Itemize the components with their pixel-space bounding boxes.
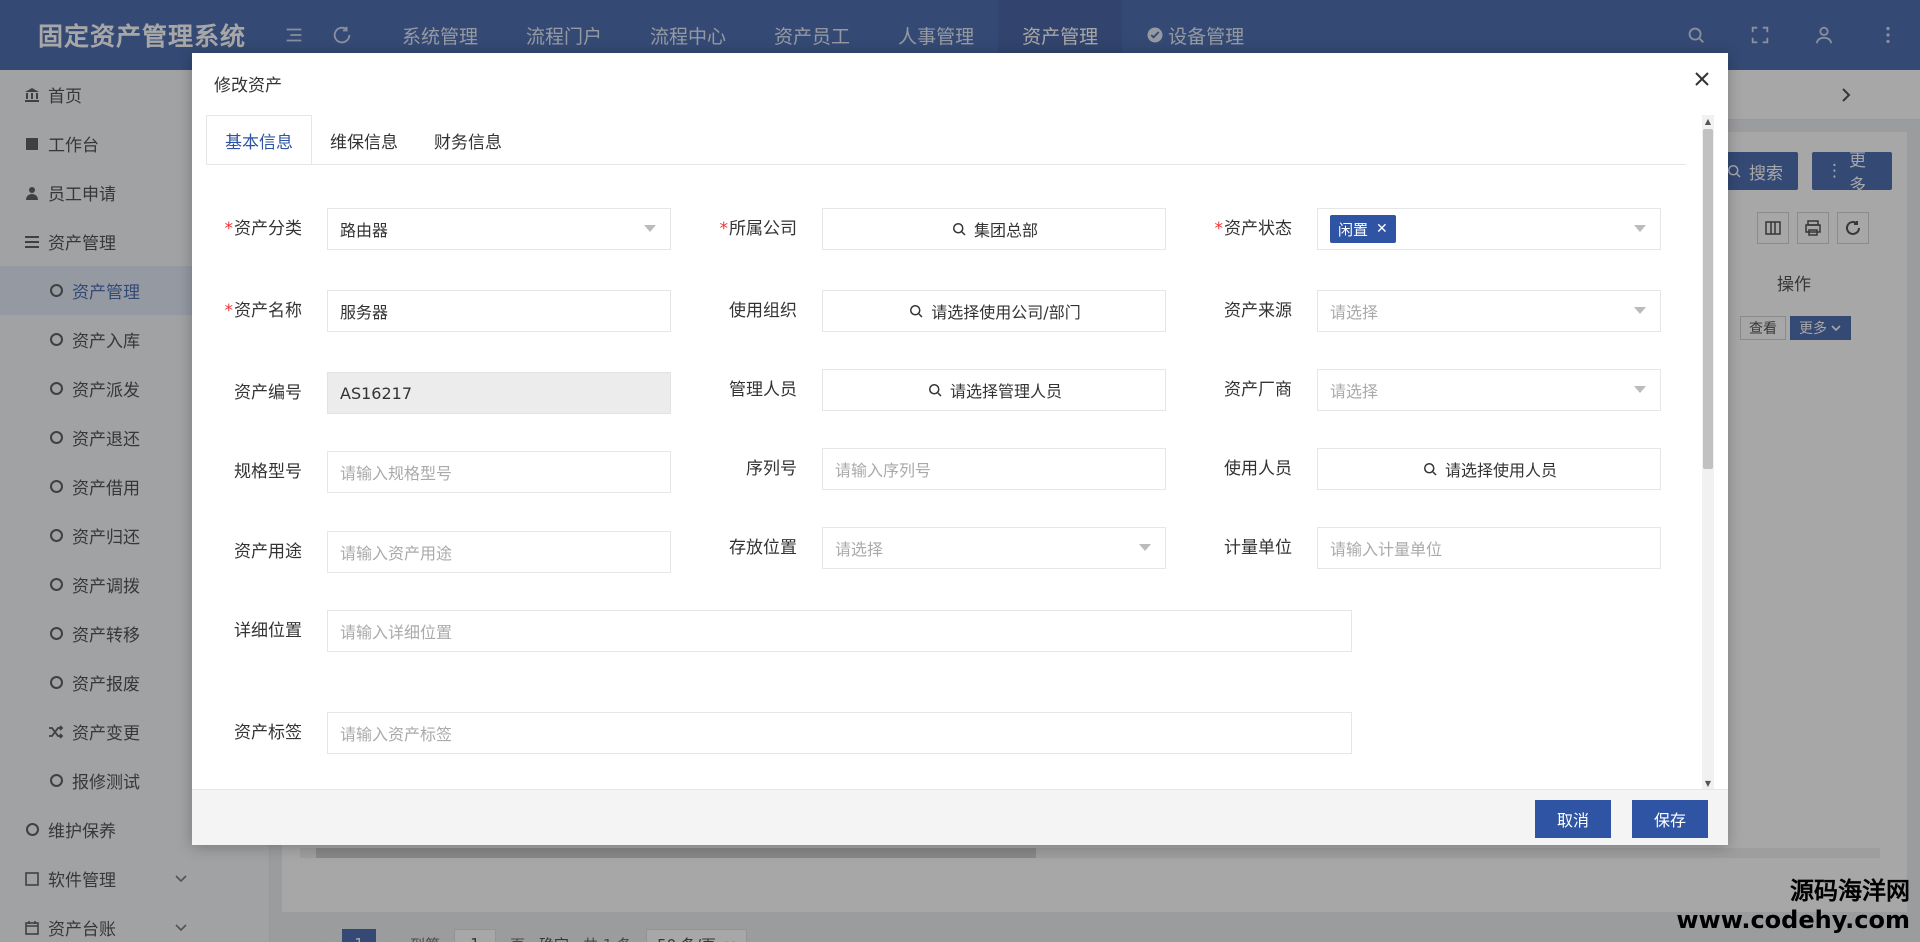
caret-down-icon xyxy=(1634,386,1646,393)
user-label: 使用人员 xyxy=(1224,459,1292,479)
cancel-button[interactable]: 取消 xyxy=(1535,800,1611,838)
unit-placeholder: 请输入计量单位 xyxy=(1330,540,1443,559)
tag-remove-icon[interactable]: ✕ xyxy=(1376,221,1388,237)
search-icon xyxy=(928,384,942,397)
asset-tag-input[interactable]: 请输入资产标签 xyxy=(327,712,1352,754)
model-input[interactable]: 请输入规格型号 xyxy=(327,451,671,493)
serial-input[interactable]: 请输入序列号 xyxy=(822,448,1166,490)
code-input: AS16217 xyxy=(327,372,671,414)
status-tag: 闲置 ✕ xyxy=(1330,215,1396,243)
scroll-thumb[interactable] xyxy=(1703,129,1713,469)
manager-picker[interactable]: 请选择管理人员 xyxy=(822,369,1166,411)
search-icon xyxy=(910,305,923,318)
tab-finance-info[interactable]: 财务信息 xyxy=(416,115,520,165)
category-select[interactable]: 路由器 xyxy=(327,208,671,250)
company-label: *所属公司 xyxy=(719,219,798,239)
code-label: 资产编号 xyxy=(234,383,302,403)
scroll-up-icon[interactable]: ▲ xyxy=(1702,115,1714,127)
save-button[interactable]: 保存 xyxy=(1632,800,1708,838)
caret-down-icon xyxy=(1634,225,1646,232)
user-picker[interactable]: 请选择使用人员 xyxy=(1317,448,1661,490)
tab-divider xyxy=(206,164,1686,165)
manager-placeholder: 请选择管理人员 xyxy=(949,382,1062,401)
name-value: 服务器 xyxy=(340,303,389,322)
status-select[interactable]: 闲置 ✕ xyxy=(1317,208,1661,250)
org-label: 使用组织 xyxy=(729,301,797,321)
detail-location-placeholder: 请输入详细位置 xyxy=(340,623,453,642)
label-text: 资产分类 xyxy=(234,219,302,239)
status-label: *资产状态 xyxy=(1214,219,1293,239)
location-select[interactable]: 请选择 xyxy=(822,527,1166,569)
dialog-scrollbar[interactable]: ▲ ▼ xyxy=(1702,115,1714,789)
search-icon xyxy=(952,223,966,236)
search-icon xyxy=(1423,463,1437,476)
dialog-tabs: 基本信息 维保信息 财务信息 xyxy=(206,115,520,165)
vendor-select[interactable]: 请选择 xyxy=(1317,369,1661,411)
caret-down-icon xyxy=(1634,307,1646,314)
detail-location-label: 详细位置 xyxy=(234,621,302,641)
status-tag-label: 闲置 xyxy=(1338,220,1369,239)
org-picker[interactable]: 请选择使用公司/部门 xyxy=(822,290,1166,332)
source-label: 资产来源 xyxy=(1224,301,1292,321)
code-value: AS16217 xyxy=(340,383,412,403)
caret-down-icon xyxy=(644,225,656,232)
watermark-line2: www.codehy.com xyxy=(1676,906,1910,934)
detail-location-input[interactable]: 请输入详细位置 xyxy=(327,610,1352,652)
category-label: *资产分类 xyxy=(224,219,303,239)
vendor-label: 资产厂商 xyxy=(1224,380,1292,400)
source-select[interactable]: 请选择 xyxy=(1317,290,1661,332)
usage-label: 资产用途 xyxy=(234,542,302,562)
org-placeholder: 请选择使用公司/部门 xyxy=(931,303,1081,322)
asset-tag-placeholder: 请输入资产标签 xyxy=(340,725,453,744)
caret-down-icon xyxy=(1139,544,1151,551)
dialog-footer: 取消 保存 xyxy=(192,789,1728,845)
unit-input[interactable]: 请输入计量单位 xyxy=(1317,527,1661,569)
scroll-down-icon[interactable]: ▼ xyxy=(1702,777,1714,789)
company-picker[interactable]: 集团总部 xyxy=(822,208,1166,250)
location-label: 存放位置 xyxy=(729,538,797,558)
category-value: 路由器 xyxy=(340,221,389,240)
usage-placeholder: 请输入资产用途 xyxy=(340,544,453,563)
label-text: 资产状态 xyxy=(1224,219,1292,239)
manager-label: 管理人员 xyxy=(729,380,797,400)
watermark-line1: 源码海洋网 xyxy=(1790,877,1910,905)
model-label: 规格型号 xyxy=(234,462,302,482)
model-placeholder: 请输入规格型号 xyxy=(340,464,453,483)
label-text: 资产名称 xyxy=(234,301,302,321)
usage-input[interactable]: 请输入资产用途 xyxy=(327,531,671,573)
name-input[interactable]: 服务器 xyxy=(327,290,671,332)
asset-tag-label: 资产标签 xyxy=(234,723,302,743)
user-placeholder: 请选择使用人员 xyxy=(1444,461,1557,480)
location-placeholder: 请选择 xyxy=(835,540,884,559)
serial-placeholder: 请输入序列号 xyxy=(835,461,932,480)
name-label: *资产名称 xyxy=(224,301,303,321)
source-placeholder: 请选择 xyxy=(1330,303,1379,322)
company-value: 集团总部 xyxy=(973,221,1038,240)
watermark: 源码海洋网 www.codehy.com xyxy=(1676,871,1910,934)
close-icon[interactable] xyxy=(1690,67,1714,91)
label-text: 所属公司 xyxy=(729,219,797,239)
edit-asset-dialog: 修改资产 基本信息 维保信息 财务信息 *资产分类 路由器 *所属公司 集团总部… xyxy=(192,53,1728,845)
tab-basic-info[interactable]: 基本信息 xyxy=(206,115,312,165)
unit-label: 计量单位 xyxy=(1224,538,1292,558)
dialog-title: 修改资产 xyxy=(214,76,282,96)
vendor-placeholder: 请选择 xyxy=(1330,382,1379,401)
serial-label: 序列号 xyxy=(746,459,797,479)
tab-maintenance-info[interactable]: 维保信息 xyxy=(312,115,416,165)
